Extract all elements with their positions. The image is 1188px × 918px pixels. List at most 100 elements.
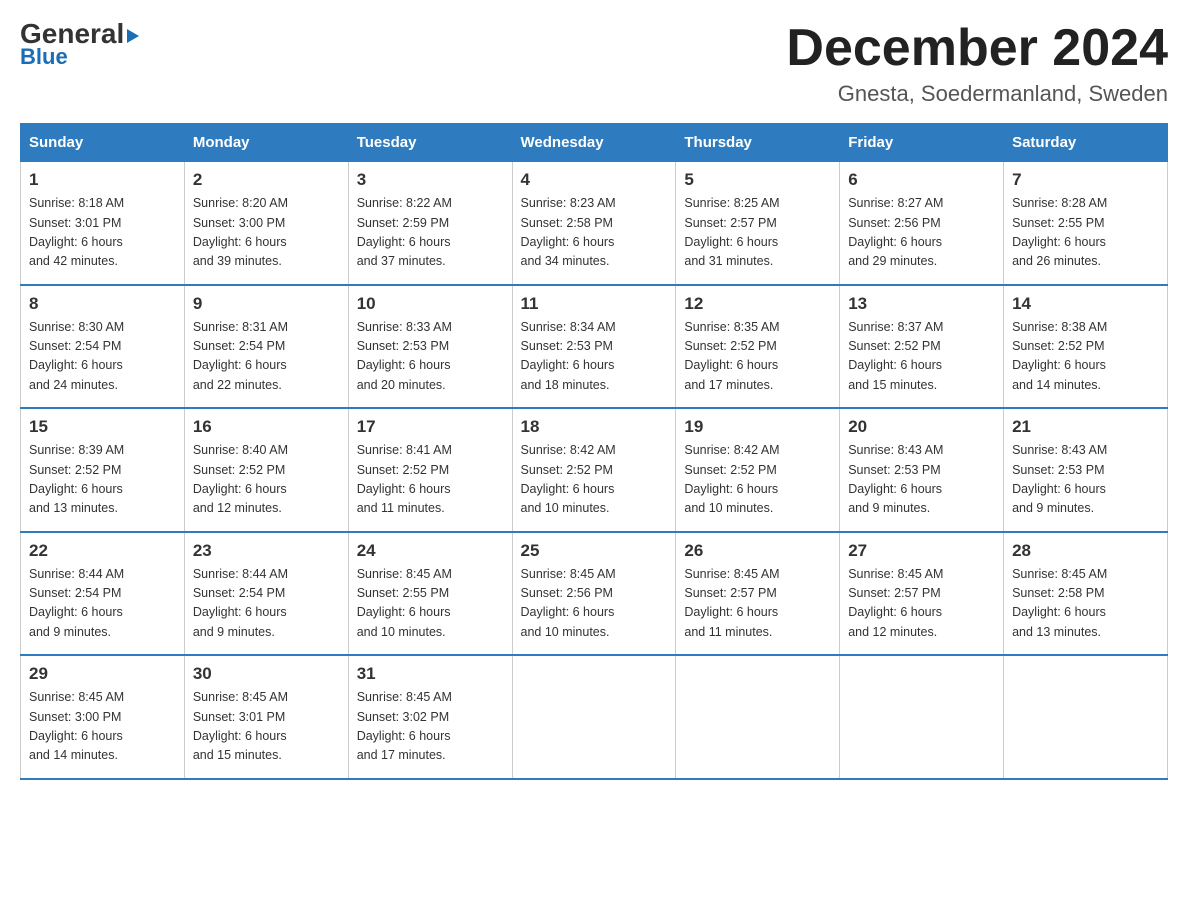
day-cell: 27 Sunrise: 8:45 AMSunset: 2:57 PMDaylig… <box>840 532 1004 656</box>
day-info: Sunrise: 8:45 AMSunset: 2:56 PMDaylight:… <box>521 565 668 643</box>
day-cell <box>676 655 840 779</box>
day-number: 12 <box>684 294 831 314</box>
day-cell: 28 Sunrise: 8:45 AMSunset: 2:58 PMDaylig… <box>1004 532 1168 656</box>
day-number: 26 <box>684 541 831 561</box>
day-number: 25 <box>521 541 668 561</box>
day-number: 13 <box>848 294 995 314</box>
day-cell: 8 Sunrise: 8:30 AMSunset: 2:54 PMDayligh… <box>21 285 185 409</box>
day-info: Sunrise: 8:30 AMSunset: 2:54 PMDaylight:… <box>29 318 176 396</box>
day-number: 4 <box>521 170 668 190</box>
calendar-table: SundayMondayTuesdayWednesdayThursdayFrid… <box>20 123 1168 780</box>
col-header-sunday: Sunday <box>21 124 185 162</box>
day-info: Sunrise: 8:45 AMSunset: 2:57 PMDaylight:… <box>848 565 995 643</box>
day-cell: 1 Sunrise: 8:18 AMSunset: 3:01 PMDayligh… <box>21 162 185 285</box>
day-cell: 10 Sunrise: 8:33 AMSunset: 2:53 PMDaylig… <box>348 285 512 409</box>
day-number: 19 <box>684 417 831 437</box>
day-number: 22 <box>29 541 176 561</box>
day-info: Sunrise: 8:44 AMSunset: 2:54 PMDaylight:… <box>193 565 340 643</box>
day-number: 11 <box>521 294 668 314</box>
header-row: SundayMondayTuesdayWednesdayThursdayFrid… <box>21 124 1168 162</box>
day-number: 3 <box>357 170 504 190</box>
day-info: Sunrise: 8:45 AMSunset: 2:57 PMDaylight:… <box>684 565 831 643</box>
day-number: 7 <box>1012 170 1159 190</box>
col-header-saturday: Saturday <box>1004 124 1168 162</box>
day-info: Sunrise: 8:43 AMSunset: 2:53 PMDaylight:… <box>1012 441 1159 519</box>
day-number: 14 <box>1012 294 1159 314</box>
day-cell: 22 Sunrise: 8:44 AMSunset: 2:54 PMDaylig… <box>21 532 185 656</box>
day-cell: 16 Sunrise: 8:40 AMSunset: 2:52 PMDaylig… <box>184 408 348 532</box>
day-info: Sunrise: 8:40 AMSunset: 2:52 PMDaylight:… <box>193 441 340 519</box>
day-cell: 23 Sunrise: 8:44 AMSunset: 2:54 PMDaylig… <box>184 532 348 656</box>
day-number: 28 <box>1012 541 1159 561</box>
day-info: Sunrise: 8:33 AMSunset: 2:53 PMDaylight:… <box>357 318 504 396</box>
day-cell: 17 Sunrise: 8:41 AMSunset: 2:52 PMDaylig… <box>348 408 512 532</box>
day-info: Sunrise: 8:28 AMSunset: 2:55 PMDaylight:… <box>1012 194 1159 272</box>
day-cell: 2 Sunrise: 8:20 AMSunset: 3:00 PMDayligh… <box>184 162 348 285</box>
week-row-4: 22 Sunrise: 8:44 AMSunset: 2:54 PMDaylig… <box>21 532 1168 656</box>
day-number: 20 <box>848 417 995 437</box>
day-info: Sunrise: 8:45 AMSunset: 2:58 PMDaylight:… <box>1012 565 1159 643</box>
day-number: 10 <box>357 294 504 314</box>
title-block: December 2024 Gnesta, Soedermanland, Swe… <box>786 20 1168 107</box>
calendar-body: 1 Sunrise: 8:18 AMSunset: 3:01 PMDayligh… <box>21 162 1168 779</box>
day-cell: 30 Sunrise: 8:45 AMSunset: 3:01 PMDaylig… <box>184 655 348 779</box>
day-number: 9 <box>193 294 340 314</box>
logo-blue: Blue <box>20 44 68 70</box>
day-cell: 13 Sunrise: 8:37 AMSunset: 2:52 PMDaylig… <box>840 285 1004 409</box>
day-cell: 31 Sunrise: 8:45 AMSunset: 3:02 PMDaylig… <box>348 655 512 779</box>
day-info: Sunrise: 8:22 AMSunset: 2:59 PMDaylight:… <box>357 194 504 272</box>
day-info: Sunrise: 8:23 AMSunset: 2:58 PMDaylight:… <box>521 194 668 272</box>
day-cell: 19 Sunrise: 8:42 AMSunset: 2:52 PMDaylig… <box>676 408 840 532</box>
day-cell: 21 Sunrise: 8:43 AMSunset: 2:53 PMDaylig… <box>1004 408 1168 532</box>
location-title: Gnesta, Soedermanland, Sweden <box>786 81 1168 107</box>
col-header-thursday: Thursday <box>676 124 840 162</box>
day-cell: 6 Sunrise: 8:27 AMSunset: 2:56 PMDayligh… <box>840 162 1004 285</box>
day-cell: 11 Sunrise: 8:34 AMSunset: 2:53 PMDaylig… <box>512 285 676 409</box>
week-row-5: 29 Sunrise: 8:45 AMSunset: 3:00 PMDaylig… <box>21 655 1168 779</box>
day-cell <box>840 655 1004 779</box>
page-header: General Blue December 2024 Gnesta, Soede… <box>20 20 1168 107</box>
day-cell: 20 Sunrise: 8:43 AMSunset: 2:53 PMDaylig… <box>840 408 1004 532</box>
week-row-2: 8 Sunrise: 8:30 AMSunset: 2:54 PMDayligh… <box>21 285 1168 409</box>
day-info: Sunrise: 8:31 AMSunset: 2:54 PMDaylight:… <box>193 318 340 396</box>
day-info: Sunrise: 8:42 AMSunset: 2:52 PMDaylight:… <box>521 441 668 519</box>
day-info: Sunrise: 8:45 AMSunset: 3:00 PMDaylight:… <box>29 688 176 766</box>
day-cell: 5 Sunrise: 8:25 AMSunset: 2:57 PMDayligh… <box>676 162 840 285</box>
day-number: 17 <box>357 417 504 437</box>
day-number: 31 <box>357 664 504 684</box>
col-header-wednesday: Wednesday <box>512 124 676 162</box>
day-number: 8 <box>29 294 176 314</box>
day-number: 5 <box>684 170 831 190</box>
day-info: Sunrise: 8:45 AMSunset: 2:55 PMDaylight:… <box>357 565 504 643</box>
day-cell <box>1004 655 1168 779</box>
week-row-3: 15 Sunrise: 8:39 AMSunset: 2:52 PMDaylig… <box>21 408 1168 532</box>
day-info: Sunrise: 8:34 AMSunset: 2:53 PMDaylight:… <box>521 318 668 396</box>
day-cell: 9 Sunrise: 8:31 AMSunset: 2:54 PMDayligh… <box>184 285 348 409</box>
col-header-tuesday: Tuesday <box>348 124 512 162</box>
day-cell: 24 Sunrise: 8:45 AMSunset: 2:55 PMDaylig… <box>348 532 512 656</box>
day-cell: 4 Sunrise: 8:23 AMSunset: 2:58 PMDayligh… <box>512 162 676 285</box>
col-header-friday: Friday <box>840 124 1004 162</box>
day-number: 21 <box>1012 417 1159 437</box>
day-cell: 14 Sunrise: 8:38 AMSunset: 2:52 PMDaylig… <box>1004 285 1168 409</box>
day-cell: 26 Sunrise: 8:45 AMSunset: 2:57 PMDaylig… <box>676 532 840 656</box>
day-info: Sunrise: 8:27 AMSunset: 2:56 PMDaylight:… <box>848 194 995 272</box>
day-info: Sunrise: 8:43 AMSunset: 2:53 PMDaylight:… <box>848 441 995 519</box>
logo: General Blue <box>20 20 139 70</box>
day-number: 16 <box>193 417 340 437</box>
day-cell: 7 Sunrise: 8:28 AMSunset: 2:55 PMDayligh… <box>1004 162 1168 285</box>
month-title: December 2024 <box>786 20 1168 77</box>
day-info: Sunrise: 8:39 AMSunset: 2:52 PMDaylight:… <box>29 441 176 519</box>
day-info: Sunrise: 8:38 AMSunset: 2:52 PMDaylight:… <box>1012 318 1159 396</box>
day-number: 1 <box>29 170 176 190</box>
week-row-1: 1 Sunrise: 8:18 AMSunset: 3:01 PMDayligh… <box>21 162 1168 285</box>
col-header-monday: Monday <box>184 124 348 162</box>
day-number: 24 <box>357 541 504 561</box>
day-info: Sunrise: 8:25 AMSunset: 2:57 PMDaylight:… <box>684 194 831 272</box>
day-number: 30 <box>193 664 340 684</box>
day-info: Sunrise: 8:18 AMSunset: 3:01 PMDaylight:… <box>29 194 176 272</box>
day-info: Sunrise: 8:45 AMSunset: 3:02 PMDaylight:… <box>357 688 504 766</box>
day-cell: 15 Sunrise: 8:39 AMSunset: 2:52 PMDaylig… <box>21 408 185 532</box>
day-cell: 25 Sunrise: 8:45 AMSunset: 2:56 PMDaylig… <box>512 532 676 656</box>
day-number: 23 <box>193 541 340 561</box>
